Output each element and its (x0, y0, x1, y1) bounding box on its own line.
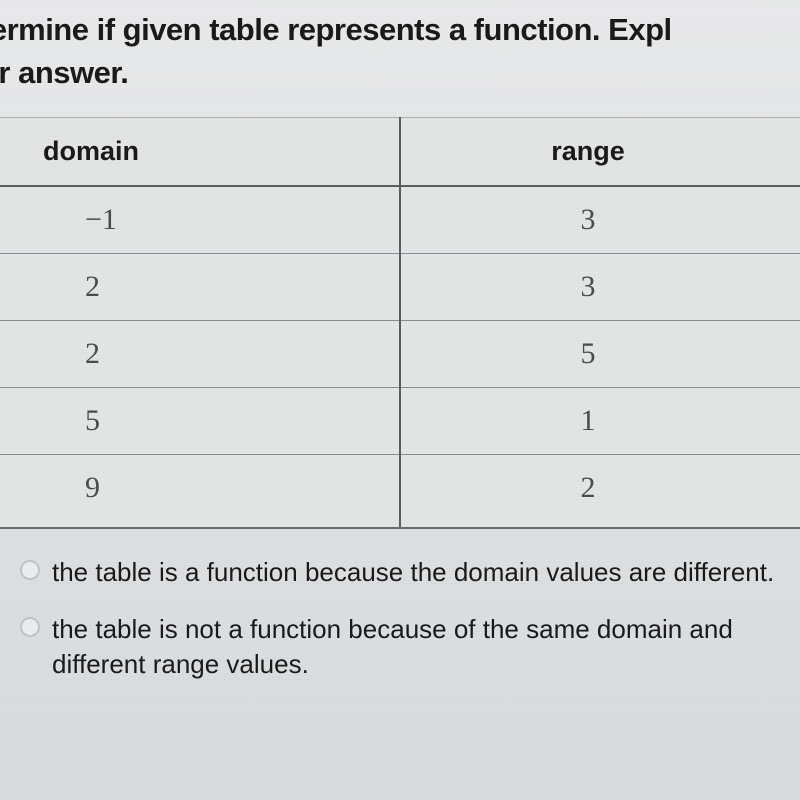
answer-choices: the table is a function because the doma… (0, 555, 800, 682)
question-prompt: termine if given table represents a func… (0, 0, 800, 95)
range-cell: 1 (400, 387, 800, 454)
radio-icon[interactable] (20, 617, 40, 637)
table-row: 2 5 (0, 320, 800, 387)
answer-text-2: the table is not a function because of t… (52, 612, 790, 682)
answer-option-2[interactable]: the table is not a function because of t… (20, 612, 790, 682)
answer-text-1: the table is a function because the doma… (52, 555, 774, 590)
range-cell: 2 (400, 454, 800, 528)
radio-icon[interactable] (20, 560, 40, 580)
table-row: 9 2 (0, 454, 800, 528)
range-cell: 3 (400, 253, 800, 320)
domain-cell: −1 (0, 186, 400, 254)
table-row: −1 3 (0, 186, 800, 254)
range-cell: 5 (400, 320, 800, 387)
domain-column-header: domain (0, 117, 400, 186)
domain-cell: 2 (0, 253, 400, 320)
worksheet-container: termine if given table represents a func… (0, 0, 800, 800)
domain-cell: 2 (0, 320, 400, 387)
range-cell: 3 (400, 186, 800, 254)
table-header-row: domain range (0, 117, 800, 186)
domain-range-table: domain range −1 3 2 3 2 5 5 (0, 117, 800, 529)
table-row: 5 1 (0, 387, 800, 454)
answer-option-1[interactable]: the table is a function because the doma… (20, 555, 790, 590)
question-line-1: termine if given table represents a func… (0, 8, 800, 51)
domain-cell: 9 (0, 454, 400, 528)
data-table-wrapper: domain range −1 3 2 3 2 5 5 (0, 117, 800, 529)
range-column-header: range (400, 117, 800, 186)
question-line-2: ur answer. (0, 51, 800, 94)
table-row: 2 3 (0, 253, 800, 320)
domain-cell: 5 (0, 387, 400, 454)
